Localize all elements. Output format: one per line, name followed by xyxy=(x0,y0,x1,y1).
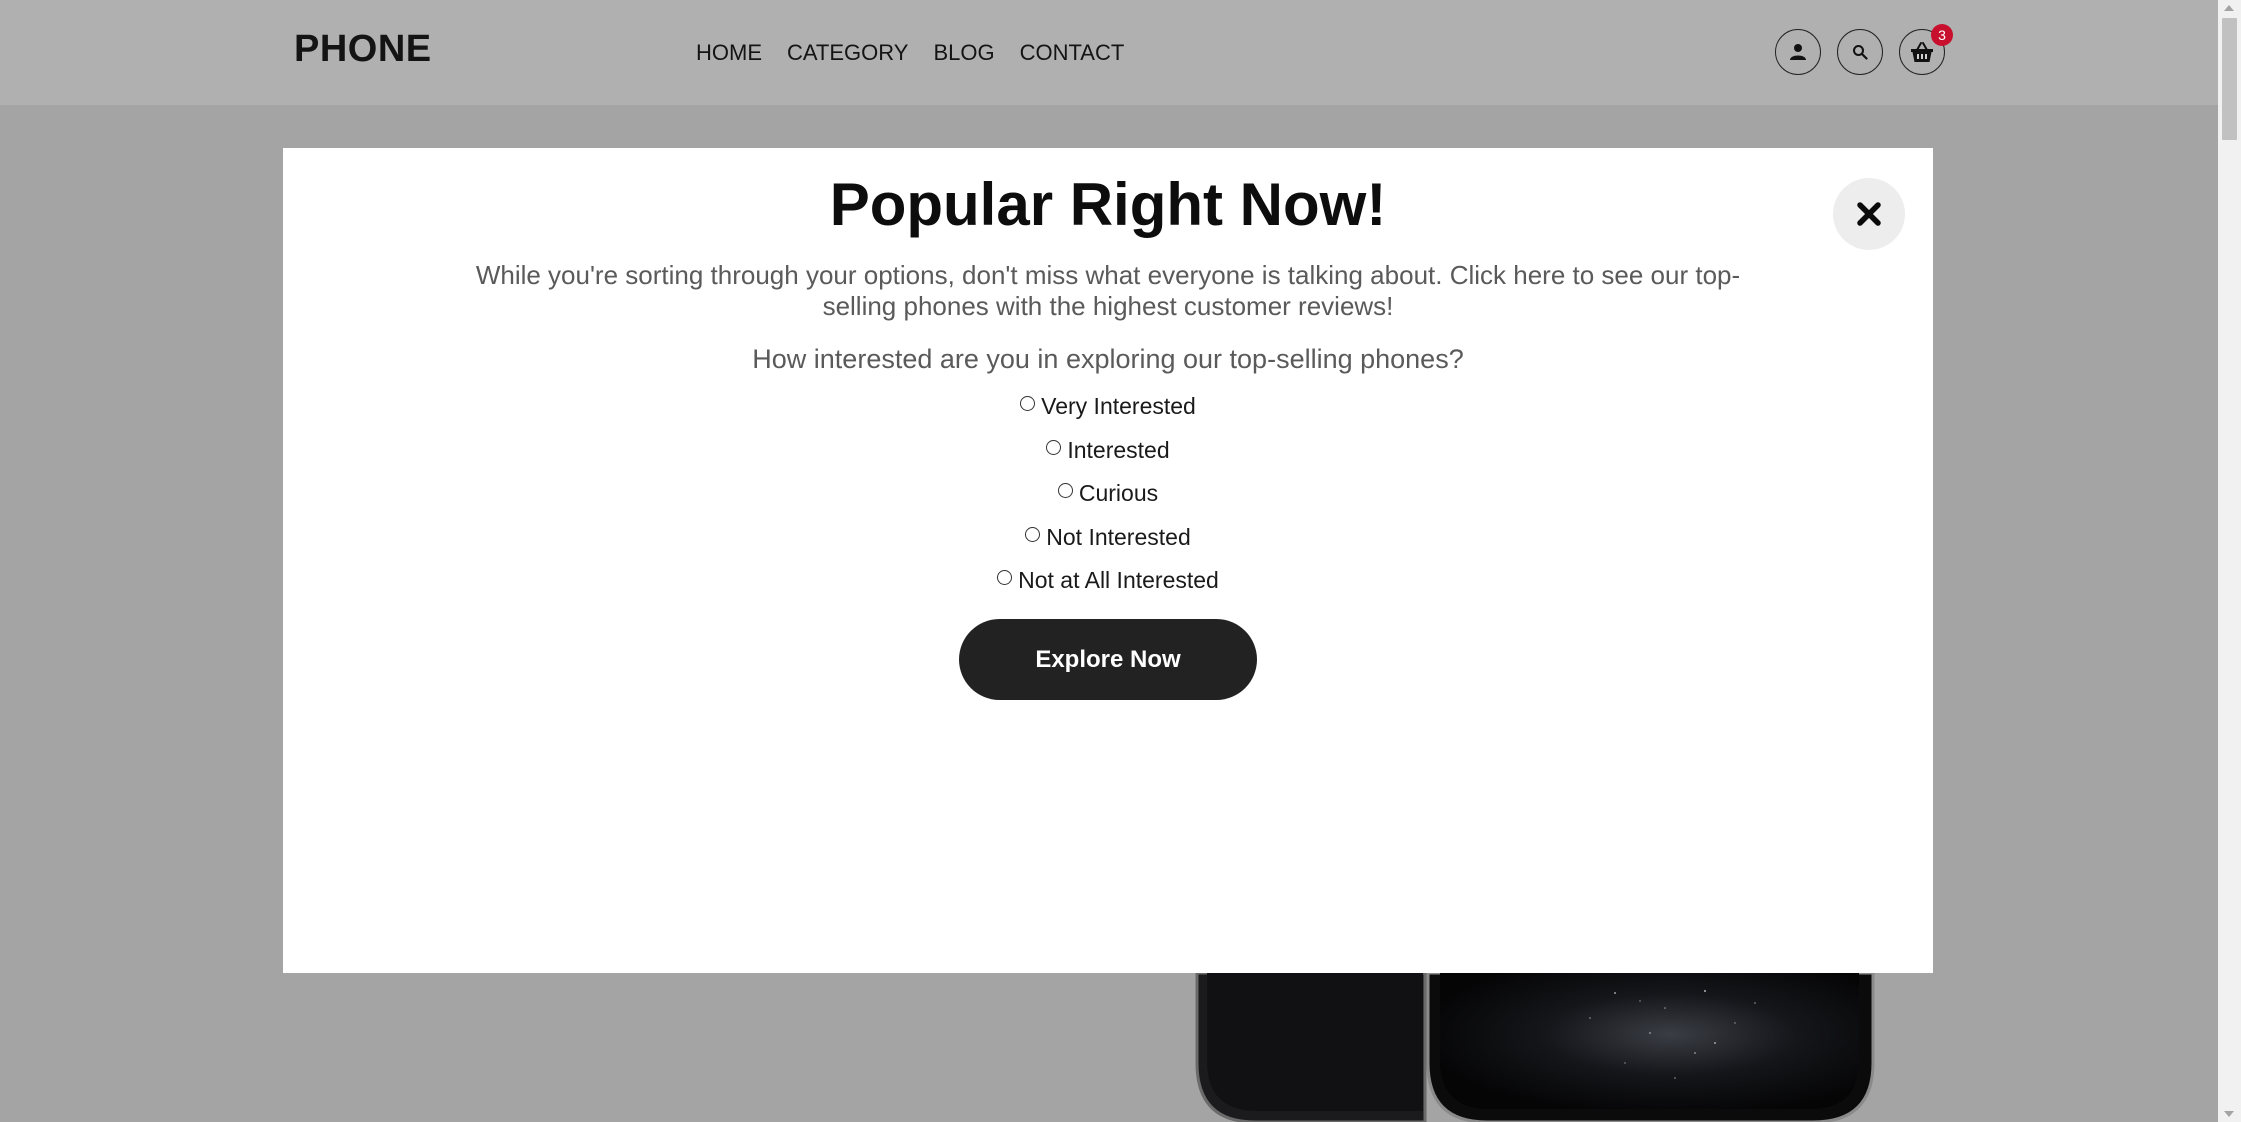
explore-now-button[interactable]: Explore Now xyxy=(959,619,1257,700)
modal-title: Popular Right Now! xyxy=(829,171,1387,238)
search-icon xyxy=(1853,45,1868,60)
option-not-interested[interactable]: Not Interested xyxy=(1025,523,1191,568)
cart-count-badge: 3 xyxy=(1931,24,1953,46)
radio-button[interactable] xyxy=(1057,483,1073,498)
option-label: Not at All Interested xyxy=(1018,567,1219,593)
option-label: Very Interested xyxy=(1041,393,1196,419)
main-nav: HOME CATEGORY BLOG CONTACT xyxy=(696,40,1149,66)
cart-button[interactable]: 3 xyxy=(1899,24,1953,75)
modal-description: While you're sorting through your option… xyxy=(475,260,1741,321)
option-not-at-all-interested[interactable]: Not at All Interested xyxy=(997,567,1219,611)
option-label: Not Interested xyxy=(1046,523,1191,550)
basket-icon xyxy=(1911,42,1933,62)
nav-home[interactable]: HOME xyxy=(696,40,762,66)
radio-button[interactable] xyxy=(1025,526,1041,542)
option-label: Interested xyxy=(1067,436,1170,463)
site-header: PHONE HOME CATEGORY BLOG CONTACT 3 xyxy=(0,0,2218,105)
nav-blog[interactable]: BLOG xyxy=(933,40,994,66)
radio-button[interactable] xyxy=(1046,439,1062,455)
radio-button[interactable] xyxy=(997,570,1013,585)
user-icon xyxy=(1790,44,1806,60)
option-label: Curious xyxy=(1078,480,1159,506)
radio-button[interactable] xyxy=(1020,396,1036,411)
nav-category[interactable]: CATEGORY xyxy=(787,40,908,66)
popular-modal: Popular Right Now! While you're sorting … xyxy=(283,148,1933,973)
option-curious[interactable]: Curious xyxy=(1057,480,1159,524)
account-button[interactable] xyxy=(1775,29,1821,75)
search-button[interactable] xyxy=(1837,29,1883,75)
page-scrollbar[interactable] xyxy=(2218,0,2241,1122)
option-interested[interactable]: Interested xyxy=(1046,436,1170,481)
hero-phone-image xyxy=(1195,973,1885,1122)
site-logo[interactable]: PHONE xyxy=(294,28,432,71)
survey-question: How interested are you in exploring our … xyxy=(752,344,1464,374)
scroll-thumb[interactable] xyxy=(2222,18,2237,140)
interest-options: Very Interested Interested Curious Not I… xyxy=(283,393,1933,611)
scroll-down-arrow-icon[interactable] xyxy=(2224,1111,2234,1117)
option-very-interested[interactable]: Very Interested xyxy=(1020,393,1196,437)
nav-contact[interactable]: CONTACT xyxy=(1020,40,1125,66)
scroll-up-arrow-icon[interactable] xyxy=(2224,5,2234,11)
